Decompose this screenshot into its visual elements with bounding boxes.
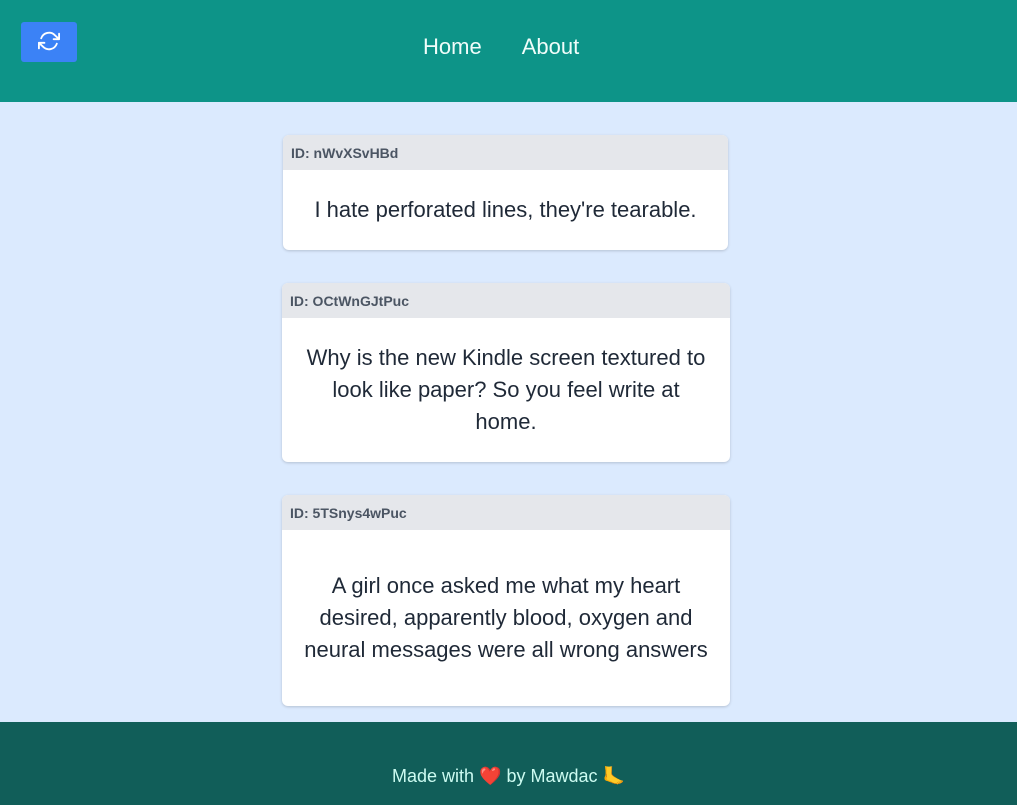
joke-card: ID: OCtWnGJtPuc Why is the new Kindle sc… [282,283,730,462]
footer-prefix: Made with [392,766,475,786]
nav-about-link[interactable]: About [522,32,580,62]
joke-text: Why is the new Kindle screen textured to… [306,345,706,434]
joke-list: ID: nWvXSvHBd I hate perforated lines, t… [0,102,1017,722]
joke-card: ID: nWvXSvHBd I hate perforated lines, t… [283,135,728,250]
heart-icon: ❤️ [479,766,502,786]
joke-text: I hate perforated lines, they're tearabl… [314,197,697,222]
nav-home-link[interactable]: Home [423,32,482,62]
refresh-button[interactable] [21,22,77,62]
refresh-icon [38,30,60,55]
joke-text: A girl once asked me what my heart desir… [304,573,708,662]
joke-card: ID: 5TSnys4wPuc A girl once asked me wha… [282,495,730,706]
footer: Made with ❤️ by Mawdac 🦶 [0,722,1017,805]
joke-id: ID: OCtWnGJtPuc [282,283,730,318]
footer-author: by Mawdac [506,766,598,786]
foot-icon: 🦶 [602,766,625,786]
joke-id: ID: 5TSnys4wPuc [282,495,730,530]
main-nav: Home About [423,32,579,62]
header-bar: Home About [0,0,1017,102]
joke-id: ID: nWvXSvHBd [283,135,728,170]
